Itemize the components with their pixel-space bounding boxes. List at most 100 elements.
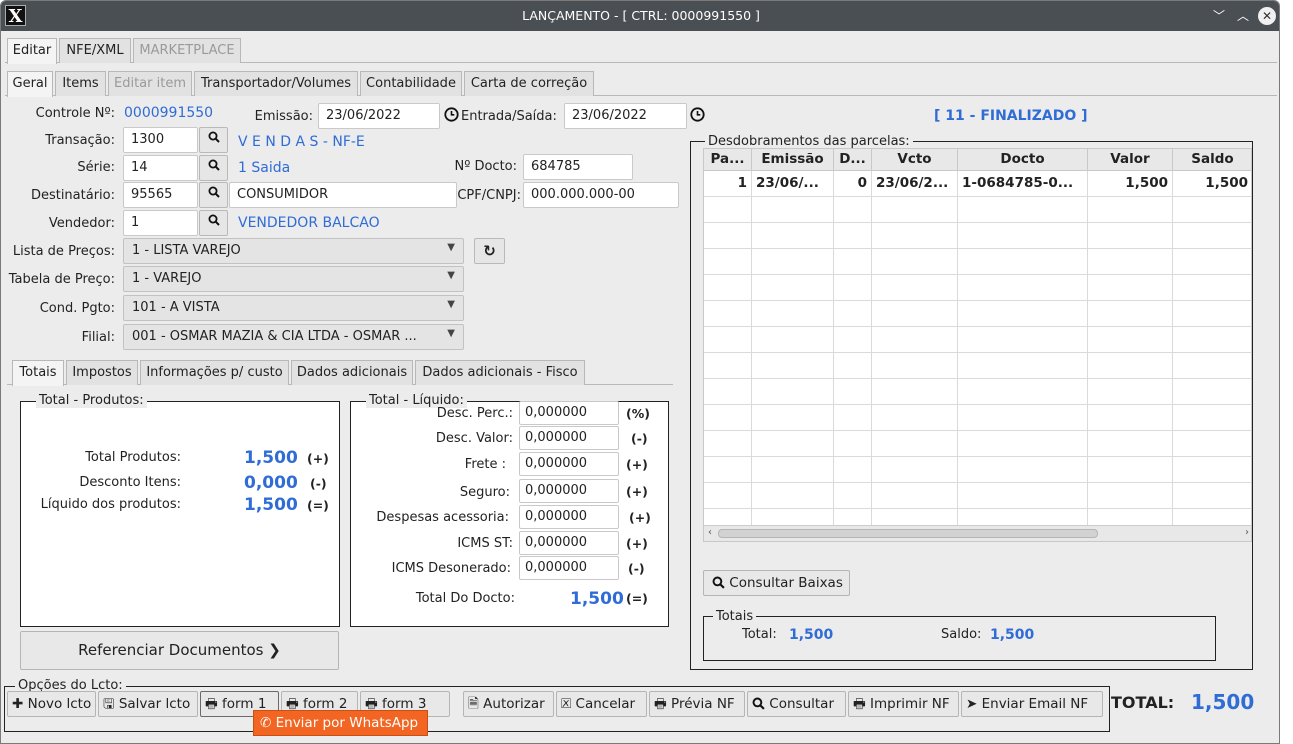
emissao-field[interactable]: 23/06/2022	[318, 103, 440, 129]
cpf-field[interactable]: 000.000.000-00	[523, 182, 679, 208]
table-cell[interactable]: 1,500	[1173, 171, 1251, 197]
tab-items[interactable]: Items	[55, 71, 106, 96]
tabela-preco-select[interactable]: 1 - VAREJO ▼	[123, 266, 464, 292]
column-header[interactable]: Docto	[958, 149, 1088, 171]
table-cell[interactable]: 0	[834, 171, 872, 197]
totals-tab-bar: Totais Impostos Informações p/ custo Dad…	[7, 358, 673, 386]
scrollbar-thumb[interactable]	[718, 529, 1098, 538]
column-header[interactable]: Pa...	[704, 149, 752, 171]
cancel-document-icon: 🗵	[561, 696, 572, 712]
table-cell[interactable]: 23/06/2...	[872, 171, 958, 197]
seguro-field[interactable]: 0,000000	[519, 479, 619, 503]
search-serie-button[interactable]	[199, 155, 228, 181]
lista-value: 1 - LISTA VAREJO	[132, 243, 241, 258]
cancelar-button[interactable]: 🗵 Cancelar	[556, 691, 647, 717]
despesas-field[interactable]: 0,000000	[519, 505, 619, 529]
tabela-value: 1 - VAREJO	[132, 271, 202, 286]
desc-perc-field[interactable]: 0,000000	[519, 401, 619, 425]
clock-icon[interactable]	[444, 107, 459, 122]
tab-editar[interactable]: Editar	[7, 38, 57, 64]
tab-dados-adicionais[interactable]: Dados adicionais	[291, 360, 413, 385]
frete-field[interactable]: 0,000000	[519, 452, 619, 476]
autorizar-label: Autorizar	[483, 696, 545, 712]
consultar-label: Consultar	[769, 696, 834, 712]
scroll-right-icon[interactable]: ›	[1245, 527, 1249, 538]
scroll-left-icon[interactable]: ‹	[708, 527, 712, 538]
search-vendedor-button[interactable]	[199, 210, 228, 236]
cpf-label: CPF/CNPJ:	[457, 188, 521, 203]
column-header[interactable]: Emissão	[752, 149, 834, 171]
novo-lcto-label: Novo lcto	[27, 696, 92, 712]
transacao-field[interactable]: 1300	[123, 127, 198, 153]
table-cell[interactable]: 23/06/...	[752, 171, 834, 197]
destinatario-field[interactable]: 95565	[123, 182, 198, 208]
tab-impostos[interactable]: Impostos	[66, 360, 138, 385]
autorizar-button[interactable]: 🗎 Autorizar	[463, 691, 554, 717]
desc-valor-label: Desc. Valor:	[435, 431, 513, 446]
search-transacao-button[interactable]	[199, 127, 228, 153]
parcelas-table[interactable]: Pa... Emissão D... Vcto Docto Valor Sald…	[703, 148, 1252, 542]
icms-desonerado-sym: (-)	[628, 561, 645, 576]
emissao-label: Emissão:	[254, 109, 313, 124]
tab-geral[interactable]: Geral	[7, 71, 53, 97]
sub-tab-bar: Geral Items Editar item Transportador/Vo…	[5, 69, 1277, 97]
serie-label: Série:	[77, 160, 115, 175]
imprimir-nf-button[interactable]: 🖶 Imprimir NF	[848, 691, 959, 717]
consultar-button[interactable]: Consultar	[747, 691, 846, 717]
search-icon	[208, 214, 220, 226]
whatsapp-popup-item[interactable]: ✆ Enviar por WhatsApp	[253, 710, 428, 736]
plus-icon: ✚	[12, 696, 24, 712]
salvar-lcto-button[interactable]: 🖫 Salvar lcto	[98, 691, 198, 717]
tab-informacoes-custo[interactable]: Informações p/ custo	[140, 360, 289, 385]
tab-totais[interactable]: Totais	[12, 360, 64, 386]
refresh-button[interactable]: ↻	[474, 238, 505, 264]
tab-transportador[interactable]: Transportador/Volumes	[194, 71, 358, 96]
lista-precos-select[interactable]: 1 - LISTA VAREJO ▼	[123, 238, 464, 264]
referenciar-documentos-button[interactable]: Referenciar Documentos ❯	[20, 631, 339, 670]
consultar-baixas-button[interactable]: Consultar Baixas	[703, 570, 850, 596]
tab-nfe-xml[interactable]: NFE/XML	[59, 38, 131, 63]
maximize-icon[interactable]: ︿	[1234, 7, 1252, 25]
search-destinatario-button[interactable]	[199, 182, 228, 208]
cond-pgto-select[interactable]: 101 - A VISTA ▼	[123, 295, 464, 321]
entrada-field[interactable]: 23/06/2022	[564, 103, 687, 129]
desc-valor-field[interactable]: 0,000000	[519, 426, 619, 450]
vendedor-desc: VENDEDOR BALCAO	[238, 215, 380, 231]
total-docto-sym: (=)	[626, 591, 648, 606]
liquido-produtos-sym: (=)	[307, 498, 329, 513]
tab-marketplace: MARKETPLACE	[133, 38, 241, 63]
table-cell[interactable]: 1	[704, 171, 752, 197]
total-produtos-sym: (+)	[307, 451, 329, 466]
filial-select[interactable]: 001 - OSMAR MAZIA & CIA LTDA - OSMAR ...…	[123, 324, 464, 350]
column-header[interactable]: Valor	[1088, 149, 1173, 171]
tab-carta-correcao[interactable]: Carta de correção	[464, 71, 594, 96]
tabela-label: Tabela de Preço:	[8, 272, 115, 287]
close-icon[interactable]: ✕	[1258, 7, 1276, 25]
destinatario-name-field[interactable]: CONSUMIDOR	[229, 182, 457, 208]
window-title: LANÇAMENTO - [ CTRL: 0000991550 ]	[522, 8, 760, 23]
tab-contabilidade[interactable]: Contabilidade	[360, 71, 462, 96]
enviar-email-button[interactable]: ➤ Enviar Email NF	[961, 691, 1103, 717]
top-tab-bar: Editar NFE/XML MARKETPLACE	[5, 36, 1277, 64]
frete-sym: (+)	[626, 457, 648, 472]
column-header[interactable]: Saldo	[1173, 149, 1251, 171]
column-header[interactable]: Vcto	[872, 149, 958, 171]
tab-dados-adicionais-fisco[interactable]: Dados adicionais - Fisco	[415, 360, 585, 385]
imprimir-nf-label: Imprimir NF	[870, 696, 950, 712]
column-header[interactable]: D...	[834, 149, 872, 171]
novo-lcto-button[interactable]: ✚ Novo lcto	[7, 691, 96, 717]
icms-desonerado-field[interactable]: 0,000000	[519, 556, 619, 580]
clock-icon[interactable]	[690, 107, 705, 122]
minimize-icon[interactable]: ﹀	[1210, 7, 1228, 25]
parcelas-legend: Desdobramentos das parcelas:	[705, 134, 913, 149]
vendedor-field[interactable]: 1	[123, 210, 198, 236]
icms-st-field[interactable]: 0,000000	[519, 531, 619, 555]
ndocto-field[interactable]: 684785	[523, 154, 633, 180]
table-cell[interactable]: 1,500	[1088, 171, 1173, 197]
previa-nf-button[interactable]: 🖶 Prévia NF	[649, 691, 745, 717]
serie-field[interactable]: 14	[123, 155, 198, 181]
dropdown-arrow-icon: ▼	[447, 242, 455, 253]
horizontal-scrollbar[interactable]: ‹ ›	[704, 525, 1251, 541]
whatsapp-label: Enviar por WhatsApp	[275, 715, 419, 731]
table-cell[interactable]: 1-0684785-0...	[958, 171, 1088, 197]
